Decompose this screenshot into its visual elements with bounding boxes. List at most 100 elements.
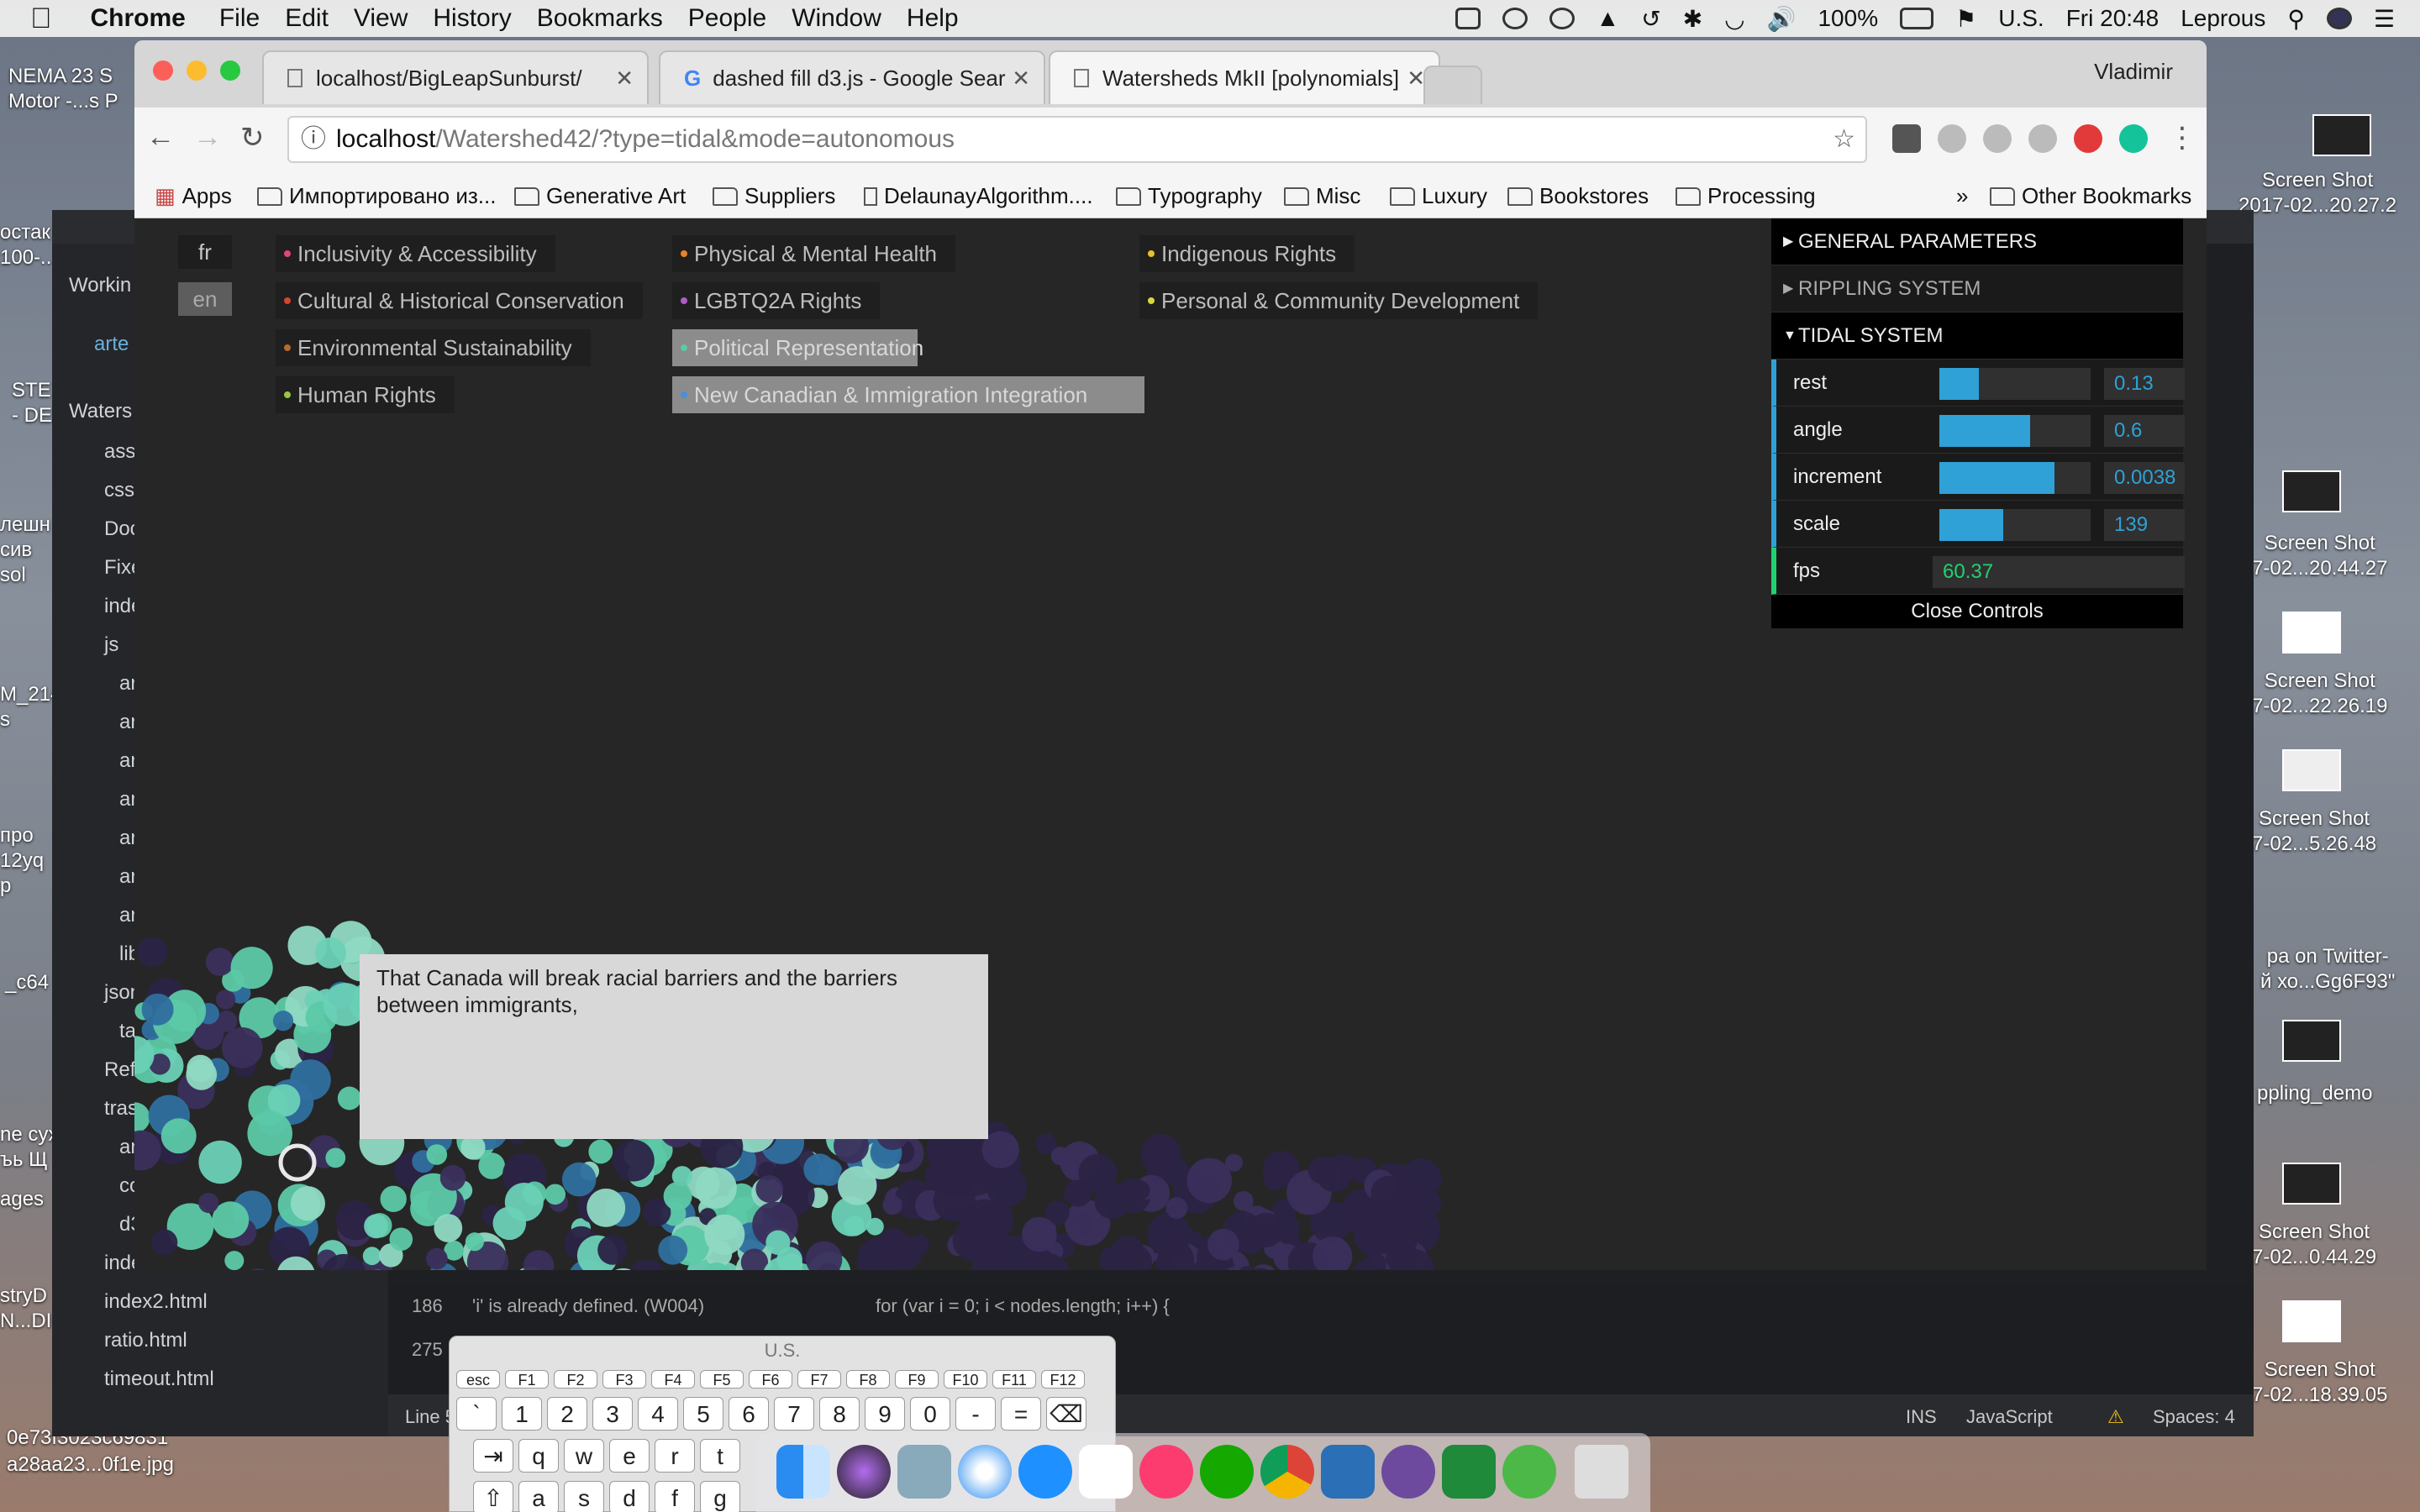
input-source[interactable]: U.S. (1998, 5, 2044, 32)
menu-history[interactable]: History (433, 4, 511, 33)
folder-tidal-system[interactable]: ▼ TIDAL SYSTEM (1771, 312, 2183, 360)
volume-icon[interactable]: 🔊 (1767, 5, 1797, 33)
category-chip[interactable]: LGBTQ2A Rights (672, 282, 881, 319)
key[interactable]: 0 (910, 1397, 950, 1431)
tree-item[interactable]: ratio.html (104, 1324, 187, 1357)
desktop-file-thumbnail[interactable] (2282, 1300, 2341, 1342)
key[interactable]: F7 (797, 1370, 841, 1389)
desktop-file-label[interactable]: ages (0, 1188, 44, 1211)
menu-edit[interactable]: Edit (285, 4, 329, 33)
bookmark-star-icon[interactable]: ☆ (1833, 118, 1855, 161)
siri-dock-icon[interactable] (837, 1445, 891, 1499)
bookmark-apps[interactable]: ▦ Apps (155, 183, 232, 209)
tree-item[interactable]: arte (94, 328, 129, 361)
calendar-icon[interactable] (1079, 1445, 1133, 1499)
value-input[interactable]: 0.0038 (2104, 462, 2185, 494)
desktop-file-label[interactable]: лешн сив sol (0, 512, 50, 588)
key[interactable]: e (609, 1439, 650, 1473)
category-chip[interactable]: Inclusivity & Accessibility (276, 235, 555, 272)
key[interactable]: r (655, 1439, 695, 1473)
key[interactable]: 1 (502, 1397, 542, 1431)
user-name[interactable]: Leprous (2181, 5, 2265, 32)
desktop-file-label[interactable]: Screen Shot 7-02...5.26.48 (2252, 806, 2376, 857)
key[interactable]: F5 (700, 1370, 744, 1389)
key[interactable]: t (700, 1439, 740, 1473)
desktop-file-label[interactable]: Screen Shot 7-02...22.26.19 (2252, 669, 2387, 719)
key[interactable]: d (609, 1481, 650, 1512)
desktop-file-label[interactable]: STE - DE (12, 378, 52, 428)
forward-icon[interactable]: → (193, 121, 222, 154)
key[interactable]: F6 (749, 1370, 792, 1389)
spotlight-search-icon[interactable]: ⚲ (2287, 5, 2305, 33)
address-bar[interactable]: ⓘ localhost/Watershed42/?type=tidal&mode… (287, 116, 1867, 163)
menu-bookmarks[interactable]: Bookmarks (537, 4, 663, 33)
bookmark-folder[interactable]: Generative Art (514, 183, 686, 209)
back-icon[interactable]: ← (146, 121, 175, 154)
category-chip-selected[interactable]: New Canadian & Immigration Integration (672, 376, 1144, 413)
key[interactable]: ⇧ (473, 1481, 513, 1512)
close-controls-button[interactable]: Close Controls (1771, 595, 2183, 628)
drive-extension-icon[interactable] (2028, 124, 2057, 153)
desktop-file-label[interactable]: остак 100-... (0, 220, 57, 270)
desktop-file-label[interactable]: про 12yq p (0, 823, 44, 899)
status-app-icon[interactable] (1455, 8, 1481, 29)
warning-icon[interactable]: ⚠ (2107, 1406, 2124, 1428)
key[interactable]: 9 (865, 1397, 905, 1431)
key[interactable]: ` (456, 1397, 497, 1431)
key[interactable]: 8 (819, 1397, 860, 1431)
tab-bigleap[interactable]: localhost/BigLeapSunburst/ ✕ (262, 50, 649, 104)
excel-icon[interactable] (1442, 1445, 1496, 1499)
key[interactable]: g (700, 1481, 740, 1512)
slider-track[interactable] (1939, 509, 2091, 541)
bookmark-page[interactable]: DelaunayAlgorithm.... (864, 183, 1093, 209)
notification-center-icon[interactable]: ☰ (2374, 5, 2395, 33)
tree-item[interactable]: js (104, 628, 118, 662)
desktop-file-label[interactable]: ne сух ъь Щ (0, 1122, 58, 1173)
close-window-button[interactable] (153, 60, 173, 81)
key[interactable]: w (564, 1439, 604, 1473)
category-chip-selected[interactable]: Political Representation (672, 329, 923, 366)
menu-people[interactable]: People (688, 4, 766, 33)
sync-icon[interactable] (1549, 8, 1575, 29)
tree-item[interactable]: Waters (69, 395, 132, 428)
desktop-file-label[interactable]: Screen Shot 7-02...0.44.29 (2252, 1220, 2376, 1270)
time-machine-icon[interactable]: ↺ (1641, 5, 1660, 33)
menu-view[interactable]: View (354, 4, 408, 33)
status-spaces[interactable]: Spaces: 4 (2153, 1406, 2235, 1428)
upwork-icon[interactable] (1200, 1445, 1254, 1499)
flag-icon[interactable]: ⚑ (1955, 5, 1976, 33)
slider-track[interactable] (1939, 415, 2091, 447)
bookmark-folder[interactable]: Suppliers (713, 183, 835, 209)
editor-app-icon[interactable] (1321, 1445, 1375, 1499)
status-language[interactable]: JavaScript (1966, 1406, 2053, 1428)
bookmark-folder[interactable]: Typography (1116, 183, 1262, 209)
bookmarks-overflow[interactable]: » (1956, 183, 1968, 209)
key[interactable]: = (1001, 1397, 1041, 1431)
key[interactable]: f (655, 1481, 695, 1512)
value-input[interactable]: 0.6 (2104, 415, 2185, 447)
desktop-file-label[interactable]: Screen Shot 7-02...18.39.05 (2252, 1357, 2387, 1408)
slider-track[interactable] (1939, 368, 2091, 400)
lint-message[interactable]: 'i' is already defined. (W004) (472, 1295, 704, 1317)
folder-rippling-system[interactable]: ▶ RIPPLING SYSTEM (1771, 265, 2183, 312)
cloud-icon[interactable] (1502, 8, 1528, 29)
key[interactable]: 5 (683, 1397, 723, 1431)
key[interactable]: 6 (729, 1397, 769, 1431)
tree-item[interactable]: Workin (69, 269, 131, 302)
desktop-file-thumbnail[interactable] (2312, 114, 2371, 156)
desktop-file-label[interactable]: NEMA 23 S Motor -...s P (8, 64, 118, 114)
desktop-file-thumbnail[interactable] (2282, 1020, 2341, 1062)
tab-google[interactable]: G dashed fill d3.js - Google Sear ✕ (659, 50, 1045, 104)
key[interactable]: 4 (638, 1397, 678, 1431)
desktop-file-label[interactable]: _c64 (5, 971, 49, 995)
category-chip[interactable]: Physical & Mental Health (672, 235, 956, 272)
bookmark-folder[interactable]: Импортировано из... (257, 183, 496, 209)
bookmark-folder[interactable]: Luxury (1390, 183, 1487, 209)
safari-icon[interactable] (958, 1445, 1012, 1499)
key[interactable]: F8 (846, 1370, 890, 1389)
category-chip[interactable]: Human Rights (276, 376, 455, 413)
new-tab-button[interactable] (1423, 66, 1482, 104)
status-ins[interactable]: INS (1906, 1406, 1937, 1428)
desktop-file-thumbnail[interactable] (2282, 470, 2341, 512)
desktop-file-thumbnail[interactable] (2282, 612, 2341, 654)
